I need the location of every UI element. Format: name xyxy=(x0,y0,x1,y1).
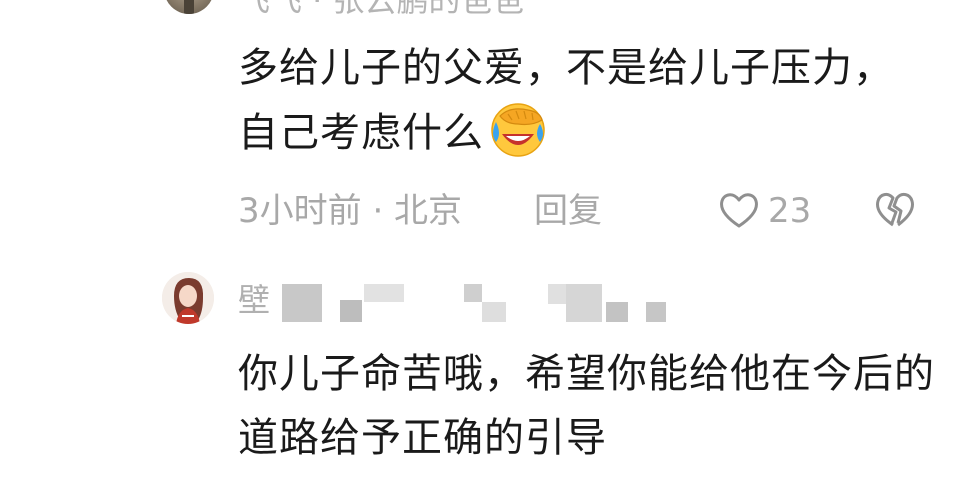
facepalm-laugh-emoji-icon xyxy=(488,100,546,158)
censor-block xyxy=(482,302,506,322)
censor-block xyxy=(566,284,602,322)
comment-text: 你儿子命苦哦，希望你能给他在今后的道路给予正确的引导 xyxy=(238,351,935,461)
censor-block xyxy=(340,300,362,322)
censor-block xyxy=(282,284,322,322)
broken-heart-icon[interactable] xyxy=(874,190,916,230)
comment-author-name[interactable]: 飞飞 · 张云鹏的爸爸 xyxy=(238,0,525,20)
comment-time-location: 3小时前 · 北京 xyxy=(238,191,463,231)
avatar[interactable] xyxy=(162,272,214,324)
comment-meta: 3小时前 · 北京 回复 23 xyxy=(238,186,928,236)
comment-list: 飞飞 · 张云鹏的爸爸 多给儿子的父爱，不是给儿子压力，自己考虑什么 3小时前 … xyxy=(0,0,960,491)
avatar[interactable] xyxy=(164,0,214,14)
like-count: 23 xyxy=(768,191,812,231)
censor-block xyxy=(364,284,404,302)
censor-block xyxy=(606,302,628,322)
comment-author-name[interactable]: 壁 xyxy=(238,280,270,320)
reply-button[interactable]: 回复 xyxy=(534,190,602,232)
comment-text: 多给儿子的父爱，不是给儿子压力，自己考虑什么 xyxy=(238,36,898,165)
heart-outline-icon[interactable] xyxy=(718,190,760,230)
censor-block xyxy=(646,302,666,322)
censor-block xyxy=(464,284,482,302)
comment-body: 多给儿子的父爱，不是给儿子压力，自己考虑什么 xyxy=(238,45,894,156)
